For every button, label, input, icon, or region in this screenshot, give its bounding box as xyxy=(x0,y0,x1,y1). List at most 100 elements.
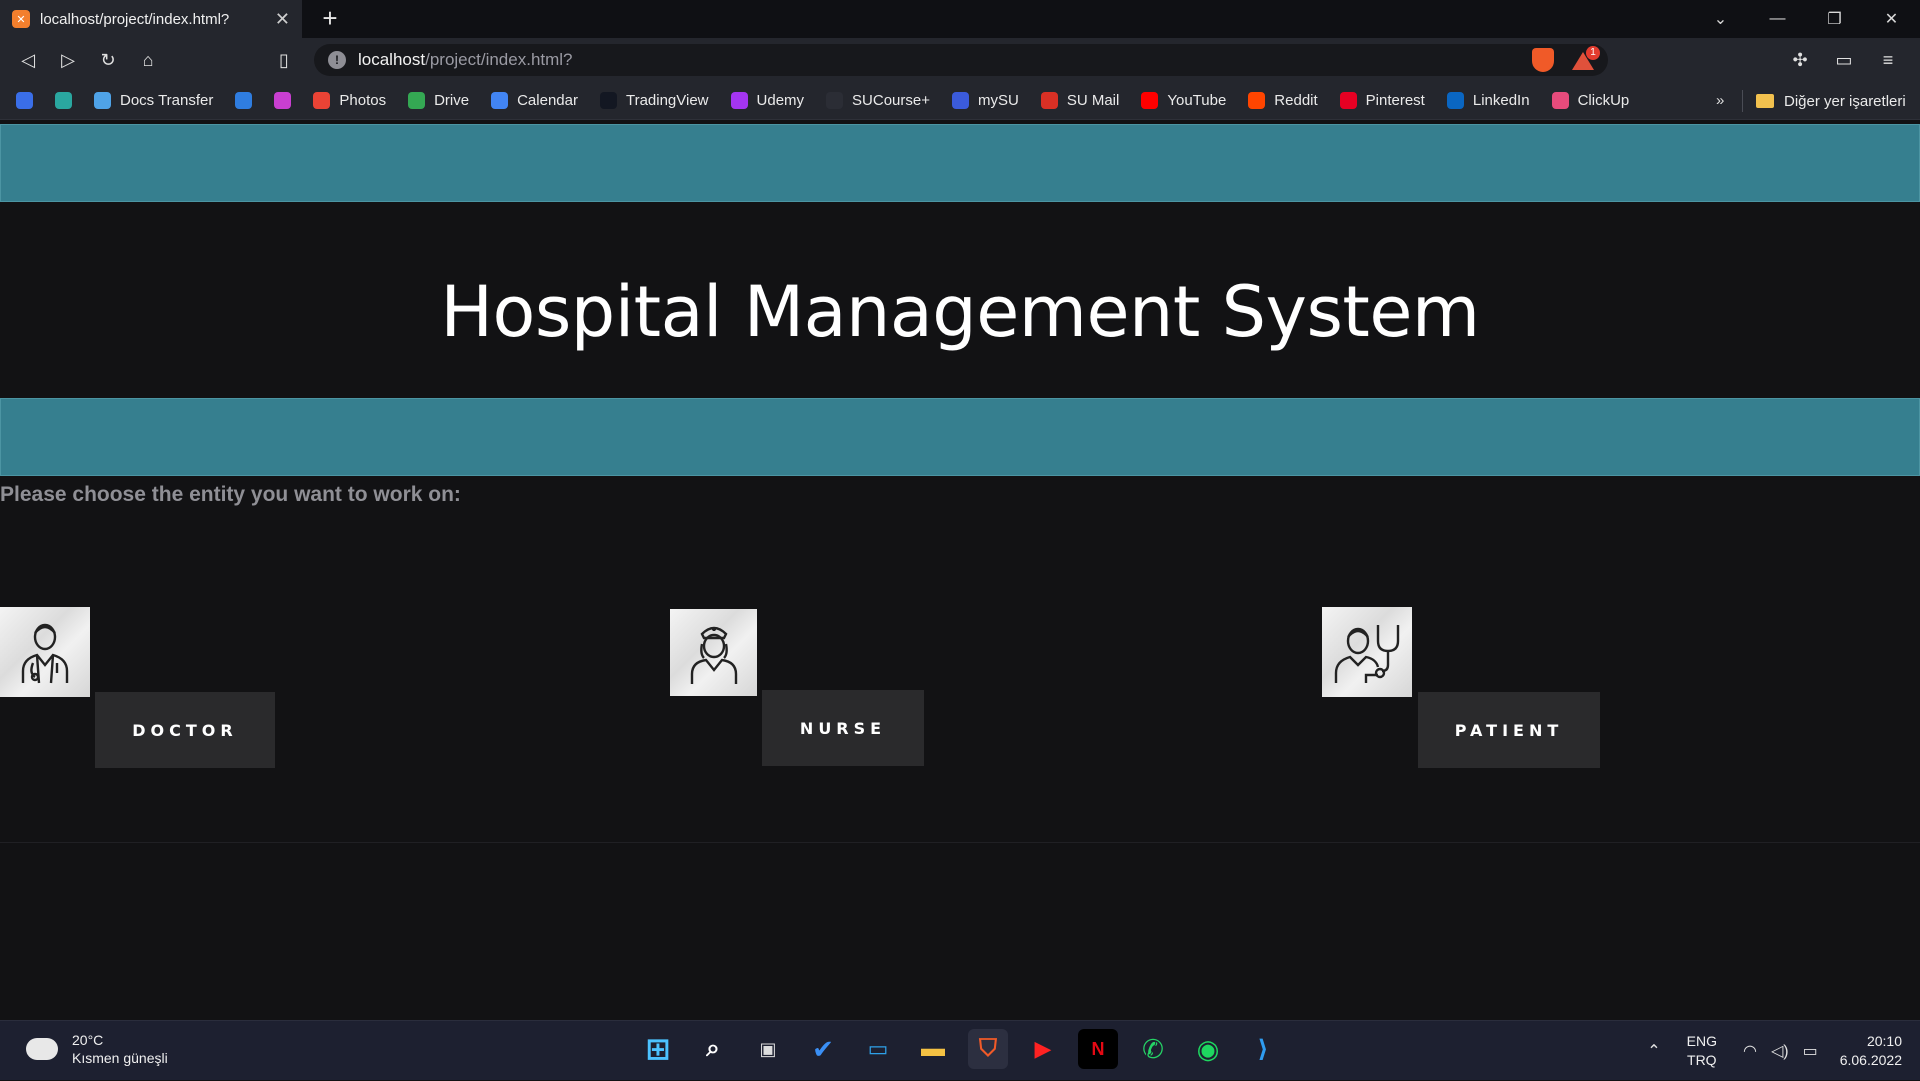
window-controls: ⌄ — ❐ ✕ xyxy=(1692,0,1920,38)
header-band-bottom xyxy=(0,398,1920,476)
home-icon[interactable]: ⌂ xyxy=(128,42,168,78)
partly-sunny-icon xyxy=(26,1030,58,1060)
bookmark-label: mySU xyxy=(977,92,1019,109)
vscode-icon[interactable]: ⟩ xyxy=(1243,1029,1283,1069)
clickup-icon xyxy=(1551,92,1569,109)
bookmark-item[interactable]: TradingView xyxy=(599,92,709,109)
show-hidden-icons-icon[interactable]: ⌃ xyxy=(1647,1041,1660,1061)
bookmark-item[interactable]: Udemy xyxy=(730,92,805,109)
bookmark-item[interactable]: LinkedIn xyxy=(1446,92,1530,109)
bookmark-item[interactable]: Calendar xyxy=(491,92,578,109)
bookmark-item[interactable]: Pinterest xyxy=(1339,92,1425,109)
udemy-icon xyxy=(730,92,748,109)
doctor-button[interactable]: DOCTOR xyxy=(95,692,275,768)
youtube-icon xyxy=(1141,92,1159,109)
close-window-icon[interactable]: ✕ xyxy=(1863,0,1920,38)
xampp-icon: ✕ xyxy=(12,10,30,28)
pinterest-icon xyxy=(1339,92,1357,109)
spotify-icon[interactable]: ◉ xyxy=(1188,1029,1228,1069)
bookmark-item[interactable]: mySU xyxy=(951,92,1019,109)
browser-tab-bar: ✕ localhost/project/index.html? ✕ + ⌄ — … xyxy=(0,0,1920,38)
mysu-icon xyxy=(951,92,969,109)
bookmark-item[interactable] xyxy=(55,92,72,109)
bookmark-item[interactable] xyxy=(235,92,253,109)
graduation-icon xyxy=(16,92,33,109)
bookmark-item[interactable]: SU Mail xyxy=(1040,92,1120,109)
browser-tab[interactable]: ✕ localhost/project/index.html? ✕ xyxy=(0,0,302,38)
whatsapp-icon[interactable]: ✆ xyxy=(1133,1029,1173,1069)
youtube-icon[interactable]: ▶ xyxy=(1023,1029,1063,1069)
address-bar[interactable]: ! localhost/project/index.html? 1 xyxy=(314,44,1608,76)
volume-icon[interactable]: ◁) xyxy=(1771,1041,1789,1061)
wifi-icon[interactable]: ◠ xyxy=(1743,1041,1757,1061)
bookmark-item[interactable]: Drive xyxy=(408,92,469,109)
reddit-icon xyxy=(1248,92,1266,109)
bookmark-label: Udemy xyxy=(756,92,805,109)
menu-icon[interactable]: ≡ xyxy=(1866,50,1910,71)
clock-date: 6.06.2022 xyxy=(1839,1052,1902,1068)
file-explorer-icon[interactable]: ▬ xyxy=(913,1029,953,1069)
bookmark-label: Reddit xyxy=(1274,92,1318,109)
remote-desktop-icon[interactable]: ▭ xyxy=(858,1029,898,1069)
url-text: localhost/project/index.html? xyxy=(358,50,573,69)
weather-widget[interactable]: 20°C Kısmen güneşli xyxy=(26,1030,168,1067)
bookmark-label: SU Mail xyxy=(1066,92,1120,109)
bookmark-item[interactable]: Reddit xyxy=(1248,92,1318,109)
nurse-image xyxy=(670,609,757,696)
bookmark-item[interactable]: Photos xyxy=(313,92,386,109)
bookmark-item[interactable] xyxy=(274,92,292,109)
todo-icon[interactable]: ✔ xyxy=(803,1029,843,1069)
bookmark-label: SUCourse+ xyxy=(852,92,930,109)
clock[interactable]: 20:10 6.06.2022 xyxy=(1840,1032,1902,1070)
wifi-icon xyxy=(94,92,111,109)
clock-time: 20:10 xyxy=(1866,1033,1902,1049)
folder-icon xyxy=(1756,94,1774,108)
bookmarks-bar: Docs Transfer Photos Drive Calendar TradingV… xyxy=(0,82,1920,120)
site-info-icon[interactable]: ! xyxy=(328,51,346,69)
bookmark-item[interactable]: SUCourse+ xyxy=(826,92,930,109)
system-tray: ⌃ ENG TRQ ◠ ◁) ▭ 20:10 6.06.2022 xyxy=(1647,1021,1920,1081)
back-icon[interactable]: ◁ xyxy=(8,42,48,78)
search-icon[interactable]: ⌕ xyxy=(693,1029,733,1069)
tab-title: localhost/project/index.html? xyxy=(40,10,230,28)
doctor-image xyxy=(0,607,90,697)
bookmark-item[interactable]: ClickUp xyxy=(1551,92,1629,109)
patient-image xyxy=(1322,607,1412,697)
netflix-icon[interactable]: N xyxy=(1078,1029,1118,1069)
header-band-top xyxy=(0,124,1920,202)
moodle-icon xyxy=(826,92,844,109)
brave-shields-icon[interactable] xyxy=(1532,48,1554,72)
drive-icon xyxy=(408,92,426,109)
language-indicator[interactable]: ENG TRQ xyxy=(1687,1032,1717,1070)
tab-search-icon[interactable]: ⌄ xyxy=(1692,0,1749,38)
battery-icon[interactable]: ▭ xyxy=(1803,1041,1818,1061)
bars-icon xyxy=(235,92,253,109)
bookmark-item[interactable]: YouTube xyxy=(1141,92,1226,109)
reload-icon[interactable]: ↻ xyxy=(88,42,128,78)
extensions-icon[interactable]: ✣ xyxy=(1778,50,1822,71)
brave-browser-icon[interactable]: ⛉ xyxy=(968,1029,1008,1069)
bookmark-item[interactable]: Docs Transfer xyxy=(94,92,213,109)
patient-button[interactable]: PATIENT xyxy=(1418,692,1600,768)
brave-rewards-icon[interactable]: 1 xyxy=(1572,46,1600,70)
close-tab-icon[interactable]: ✕ xyxy=(275,9,290,30)
new-tab-icon[interactable]: + xyxy=(316,5,344,33)
minimize-icon[interactable]: — xyxy=(1749,0,1806,38)
bookmark-item[interactable] xyxy=(16,92,33,109)
nurse-button[interactable]: NURSE xyxy=(762,690,924,766)
start-icon[interactable]: ⊞ xyxy=(638,1029,678,1069)
wallet-icon[interactable]: ▭ xyxy=(1822,50,1866,71)
bookmark-label: Calendar xyxy=(517,92,578,109)
other-bookmarks[interactable]: Diğer yer işaretleri xyxy=(1756,82,1906,120)
page-title: Hospital Management System xyxy=(440,271,1480,353)
restore-icon[interactable]: ❐ xyxy=(1806,0,1863,38)
ai-icon xyxy=(55,92,72,109)
gmail-icon xyxy=(1040,92,1058,109)
bookmark-icon[interactable]: ▯ xyxy=(264,42,304,78)
doctor-icon xyxy=(21,623,69,684)
forward-icon[interactable]: ▷ xyxy=(48,42,88,78)
task-view-icon[interactable]: ▣ xyxy=(748,1029,788,1069)
bookmarks-overflow-icon[interactable]: » xyxy=(1716,92,1724,109)
linkedin-icon xyxy=(1446,92,1464,109)
taskbar-apps: ⊞ ⌕ ▣ ✔ ▭ ▬ ⛉ ▶ N ✆ ◉ ⟩ xyxy=(638,1029,1283,1069)
